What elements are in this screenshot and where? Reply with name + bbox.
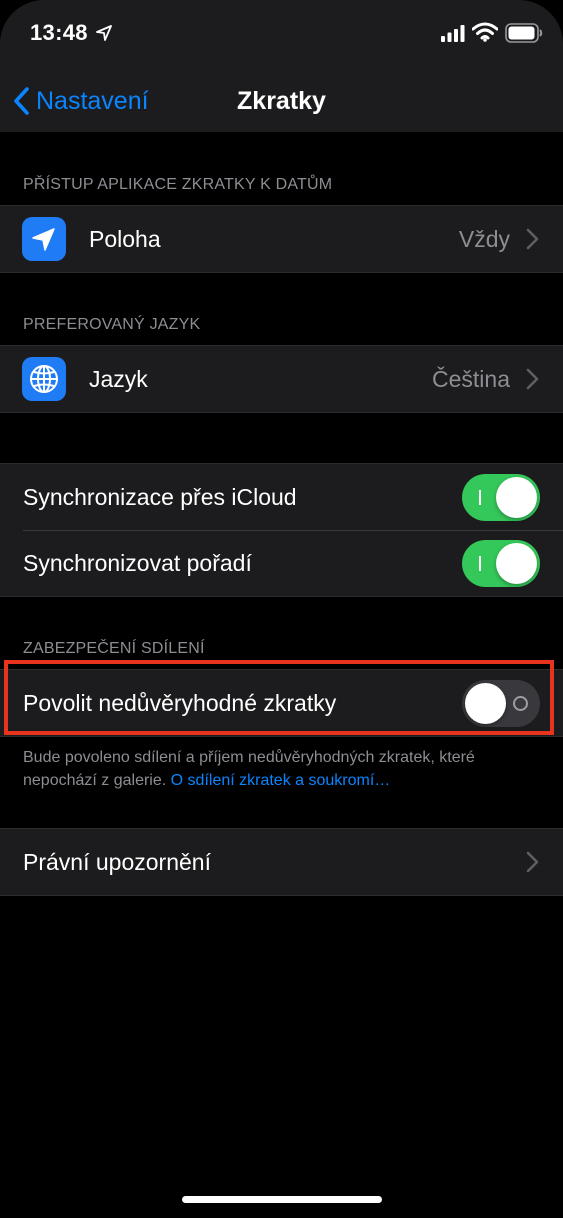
location-arrow-icon <box>96 25 112 41</box>
location-tile <box>22 217 66 261</box>
toggle-off-mark <box>513 695 528 711</box>
globe-icon <box>30 365 58 393</box>
chevron-right-icon <box>526 851 539 873</box>
screen: 13:48 Nastavení Zkratky PŘÍSTUP APLIKACE… <box>0 0 563 1218</box>
row-location[interactable]: Poloha Vždy <box>0 206 563 272</box>
sharing-privacy-link[interactable]: O sdílení zkratek a soukromí… <box>171 772 391 789</box>
battery-icon <box>505 23 543 43</box>
home-indicator[interactable] <box>182 1196 382 1203</box>
row-label-icloud-sync: Synchronizace přes iCloud <box>23 483 297 510</box>
row-order-sync: Synchronizovat pořadí <box>0 530 563 596</box>
toggle-on-mark <box>479 555 481 571</box>
chevron-right-icon <box>526 368 539 390</box>
status-time: 13:48 <box>30 20 88 45</box>
group-legal: Právní upozornění <box>0 828 563 896</box>
untrusted-shortcuts-toggle[interactable] <box>462 679 540 727</box>
row-label-order-sync: Synchronizovat pořadí <box>23 549 252 576</box>
signal-icon <box>441 25 465 42</box>
group-data-access: Poloha Vždy <box>0 205 563 273</box>
toggle-knob <box>496 476 537 518</box>
row-value-language: Čeština <box>432 365 510 392</box>
chevron-right-icon <box>526 228 539 250</box>
row-label-legal-notices: Právní upozornění <box>23 848 211 875</box>
section-header-sharing-security: ZABEZPEČENÍ SDÍLENÍ <box>23 640 205 657</box>
row-value-location: Vždy <box>458 225 510 252</box>
section-header-language: PREFEROVANÝ JAZYK <box>23 316 201 333</box>
toggle-knob <box>465 682 506 724</box>
globe-tile <box>22 357 66 401</box>
group-sharing-security: Povolit nedůvěryhodné zkratky <box>0 669 563 737</box>
toggle-knob <box>496 542 537 584</box>
icloud-sync-toggle[interactable] <box>462 473 540 521</box>
wifi-icon <box>472 22 498 42</box>
section-header-data-access: PŘÍSTUP APLIKACE ZKRATKY K DATŮM <box>23 176 333 193</box>
group-language: Jazyk Čeština <box>0 345 563 413</box>
row-icloud-sync: Synchronizace přes iCloud <box>0 464 563 530</box>
page-title: Zkratky <box>237 87 326 115</box>
row-label-language: Jazyk <box>89 365 148 392</box>
sharing-footer-note: Bude povoleno sdílení a příjem nedůvěryh… <box>23 746 543 792</box>
location-arrow-icon <box>32 228 55 251</box>
order-sync-toggle[interactable] <box>462 539 540 587</box>
group-sync: Synchronizace přes iCloud Synchronizovat… <box>0 463 563 597</box>
toggle-on-mark <box>479 489 481 505</box>
navigation-bar: Nastavení Zkratky <box>0 70 563 132</box>
row-legal-notices[interactable]: Právní upozornění <box>0 829 563 895</box>
row-label-location: Poloha <box>89 225 161 252</box>
status-bar: 13:48 <box>0 0 563 70</box>
row-untrusted-shortcuts: Povolit nedůvěryhodné zkratky <box>0 670 563 736</box>
row-label-untrusted-shortcuts: Povolit nedůvěryhodné zkratky <box>23 689 337 716</box>
row-language[interactable]: Jazyk Čeština <box>0 346 563 412</box>
